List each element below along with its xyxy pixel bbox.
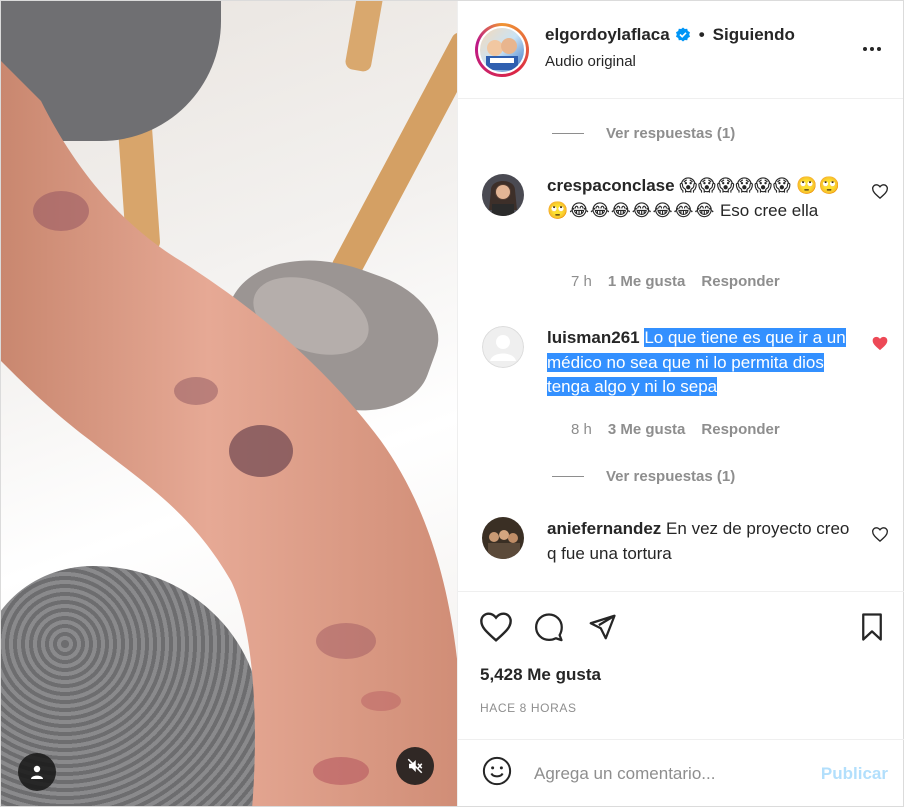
comment-username[interactable]: crespaconclase	[547, 176, 675, 195]
audio-link[interactable]: Audio original	[545, 53, 795, 70]
likes-count[interactable]: 5,428 Me gusta	[480, 665, 601, 685]
user-icon	[31, 765, 43, 779]
author-avatar-image	[486, 37, 518, 70]
like-comment-heart-icon[interactable]	[871, 184, 889, 204]
comment-time: 7 h	[571, 273, 592, 290]
comment-meta: 7 h 1 Me gusta Responder	[571, 273, 780, 290]
view-replies-label: Ver respuestas (1)	[606, 468, 736, 485]
comment-item: crespaconclase 😱😱😱😱😱😱 🙄🙄🙄😂😂😂😂😂😂😂 Eso cre…	[482, 174, 902, 223]
comment-composer: Agrega un comentario... Publicar	[458, 739, 904, 807]
tagged-users-button[interactable]	[18, 753, 56, 791]
post-time: HACE 8 HORAS	[480, 701, 577, 715]
like-comment-heart-icon[interactable]	[871, 527, 889, 547]
reply-button[interactable]: Responder	[701, 273, 779, 290]
header-separator: •	[698, 25, 705, 44]
verified-badge-icon	[675, 27, 691, 43]
commenter-avatar[interactable]	[482, 326, 524, 368]
muted-speaker-icon	[407, 758, 423, 774]
comment-input[interactable]: Agrega un comentario...	[534, 764, 814, 784]
action-bar	[458, 591, 904, 661]
commenter-avatar[interactable]	[482, 517, 524, 559]
comment-text: Eso cree ella	[719, 200, 819, 220]
comment-item: aniefernandez En vez de proyecto creo q …	[482, 517, 902, 566]
comment-bubble-icon[interactable]	[533, 612, 565, 647]
reply-button[interactable]: Responder	[701, 421, 779, 438]
more-options-icon[interactable]	[863, 47, 881, 51]
comment-username[interactable]: aniefernandez	[547, 519, 661, 538]
post-header: elgordoylaflaca • Siguiendo Audio origin…	[458, 1, 903, 99]
comment-emojis: 😱😱😱😱😱😱	[679, 176, 792, 196]
comment-item: luisman261 Lo que tiene es que ir a un m…	[482, 326, 902, 400]
author-username[interactable]: elgordoylaflaca	[545, 25, 670, 45]
save-bookmark-icon[interactable]	[857, 612, 887, 647]
comment-meta: 8 h 3 Me gusta Responder	[571, 421, 780, 438]
post-panel: elgordoylaflaca • Siguiendo Audio origin…	[457, 1, 904, 807]
view-replies-button[interactable]: Ver respuestas (1)	[552, 125, 735, 142]
comment-likes-button[interactable]: 1 Me gusta	[608, 273, 686, 290]
post-dialog: elgordoylaflaca • Siguiendo Audio origin…	[0, 0, 904, 807]
comment-time: 8 h	[571, 421, 592, 438]
comments-list[interactable]: Ver respuestas (1) crespaconclase 😱😱😱😱😱😱…	[458, 99, 903, 591]
share-paper-plane-icon[interactable]	[586, 612, 618, 647]
view-replies-button[interactable]: Ver respuestas (1)	[552, 468, 735, 485]
author-avatar[interactable]	[475, 22, 529, 77]
liked-heart-icon[interactable]	[872, 336, 888, 356]
commenter-avatar[interactable]	[482, 174, 524, 216]
like-heart-icon[interactable]	[480, 612, 512, 647]
view-replies-label: Ver respuestas (1)	[606, 125, 736, 142]
publish-button[interactable]: Publicar	[821, 764, 888, 784]
post-video[interactable]	[1, 1, 457, 806]
mute-button[interactable]	[396, 747, 434, 785]
comment-likes-button[interactable]: 3 Me gusta	[608, 421, 686, 438]
following-button[interactable]: Siguiendo	[713, 25, 795, 45]
arm-image	[1, 61, 457, 806]
emoji-picker-icon[interactable]	[482, 756, 512, 791]
comment-username[interactable]: luisman261	[547, 328, 640, 347]
